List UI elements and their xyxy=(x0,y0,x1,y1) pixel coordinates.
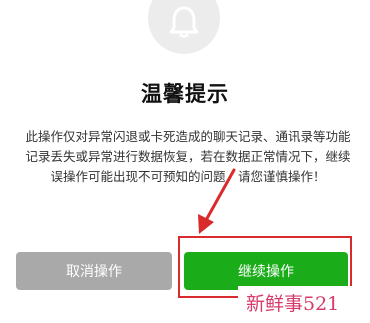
bell-icon-circle xyxy=(148,0,220,54)
bell-icon xyxy=(169,6,199,38)
dialog-message: 此操作仅对异常闪退或卡死造成的聊天记录、通讯录等功能记录丢失或异常进行数据恢复，… xyxy=(25,129,351,184)
watermark: 新鲜事521 xyxy=(238,286,366,318)
dialog-title: 温馨提示 xyxy=(141,82,229,106)
cancel-button[interactable]: 取消操作 xyxy=(16,252,172,290)
